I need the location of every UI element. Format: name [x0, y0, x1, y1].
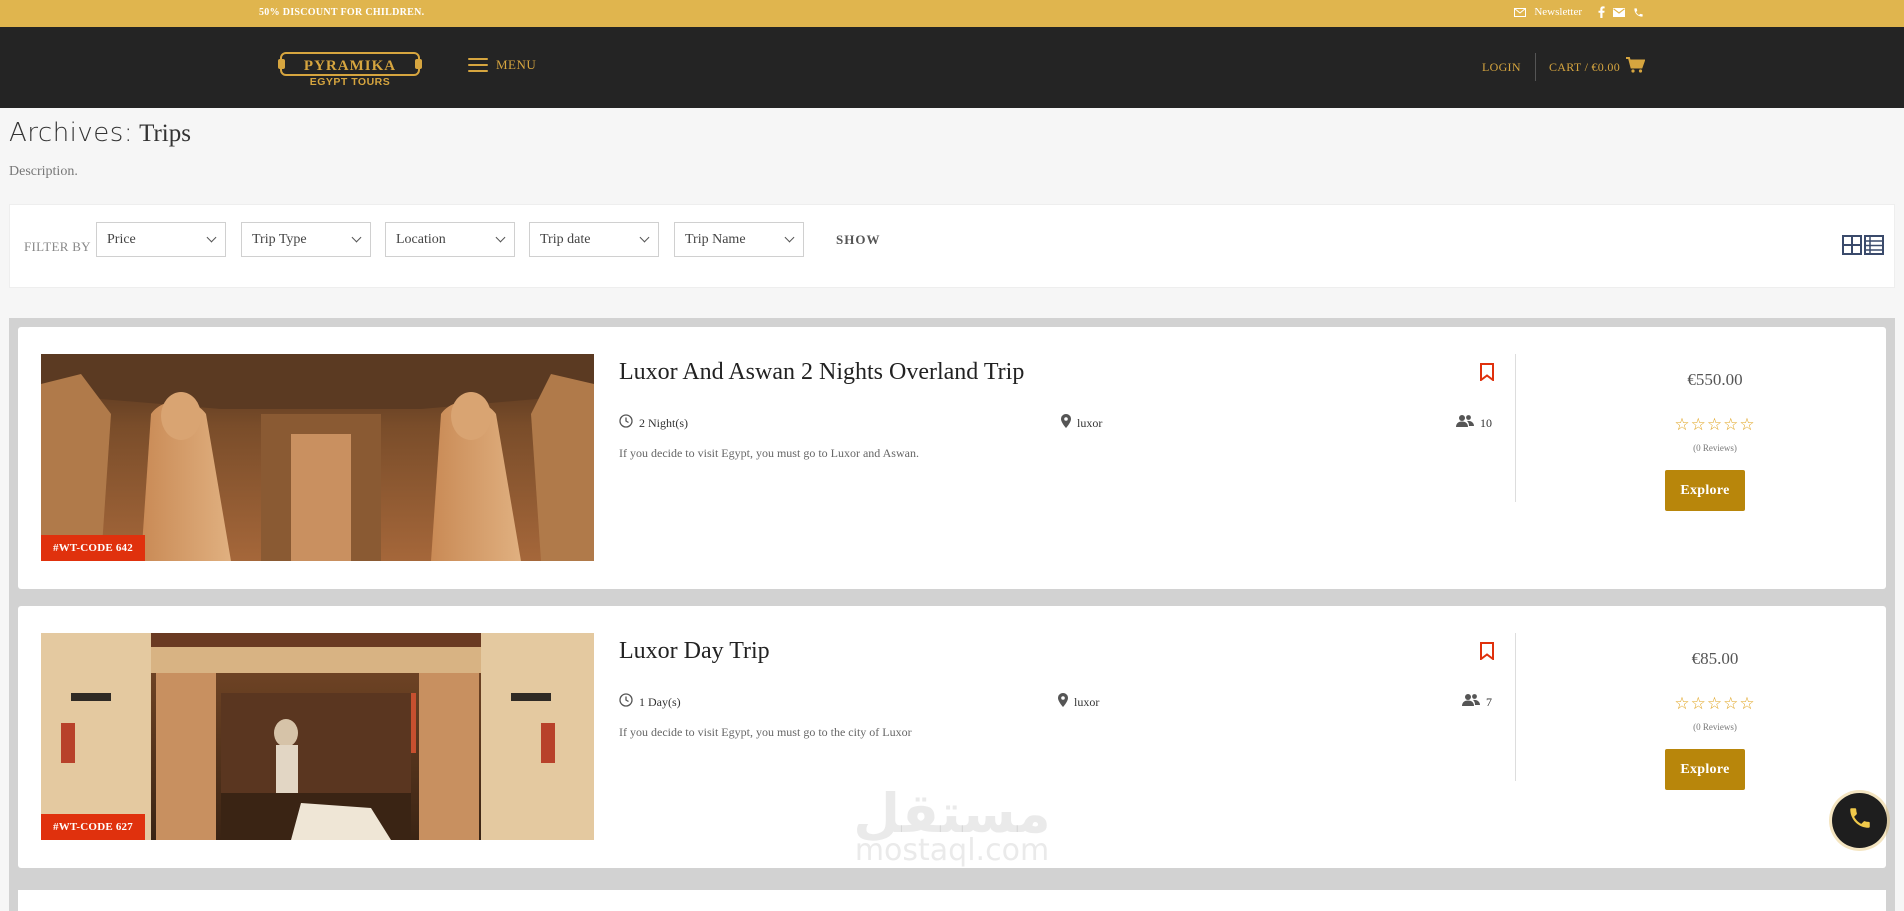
call-button[interactable]: [1832, 793, 1887, 848]
rating-stars: ☆☆☆☆☆: [1674, 415, 1756, 434]
archive-name: Trips: [139, 120, 191, 147]
trip-location: luxor: [1058, 693, 1099, 711]
trip-title[interactable]: Luxor Day Trip: [619, 638, 770, 665]
map-pin-icon: [1058, 693, 1068, 711]
trip-title[interactable]: Luxor And Aswan 2 Nights Overland Trip: [619, 359, 1024, 386]
price-select[interactable]: Price: [96, 222, 226, 257]
cart-label: CART / €0.00: [1549, 59, 1621, 74]
trip-location: luxor: [1061, 414, 1102, 432]
trip-group-size-text: 10: [1480, 415, 1492, 430]
explore-button[interactable]: Explore: [1665, 470, 1745, 511]
hamburger-icon: [468, 58, 488, 72]
logo-subtitle: EGYPT TOURS: [310, 76, 391, 87]
trip-duration-text: 1 Day(s): [639, 694, 681, 709]
chevron-down-icon: [784, 232, 795, 243]
clock-icon: [619, 693, 633, 711]
location-select[interactable]: Location: [385, 222, 515, 257]
menu-button[interactable]: MENU: [468, 57, 536, 73]
trip-name-select-value: Trip Name: [685, 231, 746, 247]
bookmark-icon[interactable]: [1480, 363, 1494, 386]
trip-price: €85.00: [1691, 649, 1739, 668]
location-select-value: Location: [396, 231, 446, 247]
facebook-icon[interactable]: [1598, 6, 1605, 18]
trip-image[interactable]: [41, 354, 594, 561]
trip-location-text: luxor: [1074, 694, 1100, 709]
mail-icon[interactable]: [1613, 7, 1625, 17]
cart-icon: [1626, 57, 1646, 77]
logo-title: PYRAMIKA: [304, 58, 396, 74]
filter-label: FILTER BY: [24, 239, 91, 254]
site-header: PYRAMIKA EGYPT TOURS MENU LOGIN CART / €…: [0, 27, 1904, 108]
cart-link[interactable]: CART / €0.00: [1549, 57, 1646, 77]
trip-group-size-text: 7: [1486, 694, 1492, 709]
trip-excerpt: If you decide to visit Egypt, you must g…: [619, 725, 912, 739]
review-count[interactable]: (0 Reviews): [1655, 722, 1775, 732]
login-link[interactable]: LOGIN: [1482, 60, 1521, 75]
header-divider: [1535, 53, 1536, 81]
top-bar: 50% DISCOUNT FOR CHILDREN. Newsletter: [0, 0, 1904, 27]
trip-code-badge: #WT-CODE 627: [41, 814, 145, 840]
view-toggle: [1842, 235, 1884, 260]
trip-type-select[interactable]: Trip Type: [241, 222, 371, 257]
trip-duration: 2 Night(s): [619, 414, 688, 432]
trip-date-select-value: Trip date: [540, 231, 591, 247]
list-view-icon[interactable]: [1864, 235, 1884, 260]
chevron-down-icon: [495, 232, 506, 243]
archives-label: Archives:: [9, 118, 134, 148]
filter-bar: FILTER BY Price Trip Type Location Trip …: [9, 204, 1895, 288]
chevron-down-icon: [639, 232, 650, 243]
top-bar-links: Newsletter: [1514, 6, 1644, 18]
trip-location-text: luxor: [1077, 415, 1103, 430]
trip-code-badge: #WT-CODE 642: [41, 535, 145, 561]
chevron-down-icon: [351, 232, 362, 243]
map-pin-icon: [1061, 414, 1071, 432]
trip-name-select[interactable]: Trip Name: [674, 222, 804, 257]
trip-price: €550.00: [1687, 370, 1743, 389]
rating-stars: ☆☆☆☆☆: [1674, 694, 1756, 713]
watermark-latin: mostaql.com: [854, 833, 1050, 868]
menu-label: MENU: [496, 57, 537, 72]
trip-duration-text: 2 Night(s): [639, 415, 688, 430]
promo-text: 50% DISCOUNT FOR CHILDREN.: [259, 7, 425, 18]
phone-icon[interactable]: [1633, 7, 1644, 18]
grid-view-icon[interactable]: [1842, 235, 1862, 260]
trip-card: #WT-CODE 642 Luxor And Aswan 2 Nights Ov…: [18, 327, 1886, 589]
archive-description: Description.: [9, 164, 78, 179]
pyramika-logo[interactable]: PYRAMIKA EGYPT TOURS: [278, 51, 422, 88]
watermark: مستقل mostaql.com: [832, 786, 1072, 866]
trip-group-size: 7: [1462, 693, 1492, 711]
review-count[interactable]: (0 Reviews): [1655, 443, 1775, 453]
card-divider: [1515, 633, 1516, 781]
newsletter-link[interactable]: Newsletter: [1534, 6, 1582, 18]
trip-type-select-value: Trip Type: [252, 231, 307, 247]
envelope-icon[interactable]: [1514, 7, 1527, 17]
phone-icon: [1847, 805, 1873, 836]
users-icon: [1456, 414, 1474, 432]
trip-excerpt: If you decide to visit Egypt, you must g…: [619, 446, 919, 460]
show-button[interactable]: SHOW: [836, 232, 880, 248]
card-divider: [1515, 354, 1516, 502]
trip-date-select[interactable]: Trip date: [529, 222, 659, 257]
explore-button[interactable]: Explore: [1665, 749, 1745, 790]
bookmark-icon[interactable]: [1480, 642, 1494, 665]
users-icon: [1462, 693, 1480, 711]
clock-icon: [619, 414, 633, 432]
price-select-value: Price: [107, 231, 136, 247]
trip-group-size: 10: [1456, 414, 1492, 432]
trip-image[interactable]: [41, 633, 594, 840]
chevron-down-icon: [206, 232, 217, 243]
trip-duration: 1 Day(s): [619, 693, 681, 711]
page-title: Archives: Trips: [9, 118, 191, 148]
trip-card: [18, 890, 1886, 911]
